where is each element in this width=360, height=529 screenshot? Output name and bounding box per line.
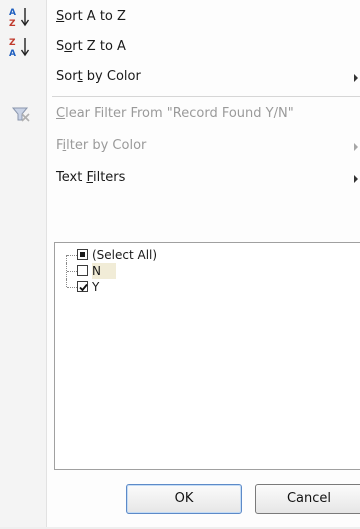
cancel-button[interactable]: Cancel: [255, 484, 360, 514]
checkmark-icon: [79, 283, 88, 292]
list-item-label: (Select All): [92, 248, 158, 262]
clear-filter-label: Clear Filter From "Record Found Y/N": [56, 106, 294, 121]
sort-z-to-a-label: Sort Z to A: [56, 39, 126, 54]
filter-by-color-item[interactable]: Filter by Color: [0, 131, 360, 161]
filter-by-color-label: Filter by Color: [56, 138, 147, 153]
tree-connector: [67, 271, 77, 272]
tree-connector: [66, 255, 67, 263]
sort-z-to-a-icon: Z A: [8, 35, 34, 59]
submenu-arrow-icon: [354, 175, 358, 183]
list-item-label: N: [92, 263, 116, 279]
text-filters-item[interactable]: Text Filters: [0, 163, 360, 193]
clear-filter-icon: [8, 102, 34, 126]
svg-text:Z: Z: [9, 19, 16, 29]
sort-by-color-item[interactable]: Sort by Color: [0, 62, 360, 92]
tree-connector: [66, 279, 67, 287]
submenu-arrow-icon: [354, 143, 358, 151]
y-checkbox[interactable]: [77, 281, 88, 292]
sort-a-to-z-item[interactable]: A Z Sort A to Z: [0, 2, 360, 32]
list-item-y[interactable]: Y: [55, 279, 255, 295]
text-filters-label: Text Filters: [56, 170, 126, 185]
select-all-checkbox[interactable]: [77, 249, 88, 260]
sort-a-to-z-icon: A Z: [8, 5, 34, 29]
tree-connector: [67, 255, 77, 256]
ok-button[interactable]: OK: [126, 484, 242, 514]
sort-z-to-a-item[interactable]: Z A Sort Z to A: [0, 32, 360, 62]
list-item-n[interactable]: N: [55, 263, 255, 279]
filter-value-list[interactable]: (Select All) N Y: [54, 242, 360, 470]
n-checkbox[interactable]: [77, 265, 88, 276]
svg-text:A: A: [9, 8, 16, 18]
menu-separator: [52, 96, 360, 97]
tree-connector: [67, 287, 77, 288]
list-item-label: Y: [92, 280, 100, 294]
svg-text:Z: Z: [9, 38, 16, 48]
submenu-arrow-icon: [354, 74, 358, 82]
sort-by-color-label: Sort by Color: [56, 69, 141, 84]
list-item-select-all[interactable]: (Select All): [55, 247, 255, 263]
svg-text:A: A: [9, 49, 16, 59]
sort-a-to-z-label: Sort A to Z: [56, 9, 126, 24]
autofilter-menu: A Z Sort A to Z Z A Sort Z to A Sort by …: [0, 0, 360, 529]
clear-filter-item[interactable]: Clear Filter From "Record Found Y/N": [0, 99, 360, 129]
